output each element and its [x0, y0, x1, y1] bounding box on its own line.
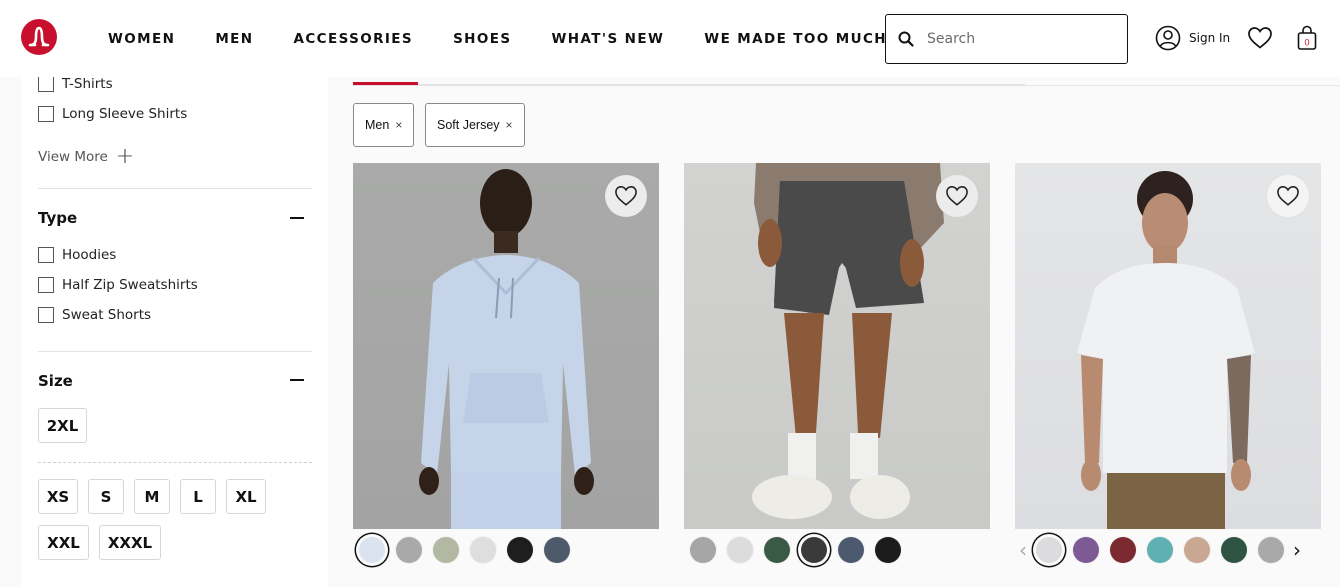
- nav-whats-new[interactable]: WHAT'S NEW: [552, 31, 665, 47]
- checkbox[interactable]: [38, 247, 54, 263]
- color-swatch[interactable]: [875, 537, 901, 563]
- filter-sidebar: T-Shirts Long Sleeve Shirts View More + …: [22, 76, 328, 587]
- color-swatch[interactable]: [507, 537, 533, 563]
- nav-accessories[interactable]: ACCESSORIES: [293, 31, 413, 47]
- divider: [38, 188, 312, 189]
- sign-in-button[interactable]: Sign In: [1155, 25, 1230, 51]
- product-photo-t-shirt: [1077, 171, 1255, 529]
- color-swatch[interactable]: [433, 537, 459, 563]
- color-swatch[interactable]: [1221, 537, 1247, 563]
- heart-icon: [615, 186, 637, 206]
- carousel-prev-arrow[interactable]: ‹: [1019, 540, 1027, 560]
- color-swatch[interactable]: [727, 537, 753, 563]
- collapse-size-icon[interactable]: [290, 379, 304, 381]
- filter-half-zip-sweatshirts[interactable]: Half Zip Sweatshirts: [38, 277, 198, 293]
- nav-shoes[interactable]: SHOES: [453, 31, 511, 47]
- shopping-bag-button[interactable]: 0: [1297, 25, 1317, 56]
- heart-icon: [1248, 27, 1272, 49]
- remove-icon[interactable]: ×: [506, 118, 513, 132]
- swatch-list: [359, 537, 581, 563]
- view-more-button[interactable]: View More +: [38, 146, 134, 168]
- remove-icon[interactable]: ×: [395, 118, 402, 132]
- bag-count: 0: [1304, 38, 1309, 48]
- size-m[interactable]: M: [134, 479, 170, 514]
- plus-icon: +: [115, 144, 135, 169]
- checkbox[interactable]: [38, 106, 54, 122]
- color-swatch[interactable]: [1147, 537, 1173, 563]
- wishlist-button[interactable]: [1247, 26, 1273, 55]
- color-swatch[interactable]: [396, 537, 422, 563]
- filter-chip-men[interactable]: Men ×: [353, 103, 415, 147]
- color-swatch[interactable]: [690, 537, 716, 563]
- size-s[interactable]: S: [88, 479, 124, 514]
- search-icon: [898, 31, 914, 47]
- add-to-wishlist-button[interactable]: [936, 175, 978, 217]
- size-xs[interactable]: XS: [38, 479, 78, 514]
- checkbox[interactable]: [38, 76, 54, 92]
- shopping-bag-icon: 0: [1297, 25, 1317, 50]
- size-section-title: Size: [38, 372, 73, 390]
- nav-we-made-too-much[interactable]: WE MADE TOO MUCH: [704, 31, 887, 47]
- color-swatch[interactable]: [470, 537, 496, 563]
- lululemon-logo[interactable]: [21, 19, 57, 55]
- filter-sweat-shorts[interactable]: Sweat Shorts: [38, 307, 151, 323]
- sign-in-label: Sign In: [1189, 31, 1231, 45]
- main-nav: WOMEN MEN ACCESSORIES SHOES WHAT'S NEW W…: [108, 31, 927, 47]
- color-swatch[interactable]: [1036, 537, 1062, 563]
- color-swatch[interactable]: [1073, 537, 1099, 563]
- account-icon: [1155, 25, 1181, 51]
- color-swatch[interactable]: [1258, 537, 1284, 563]
- product-image-hoodie[interactable]: [353, 163, 659, 529]
- tab-track: [353, 84, 1025, 86]
- size-xxl[interactable]: XXL: [38, 525, 89, 560]
- color-swatch[interactable]: [1110, 537, 1136, 563]
- filter-hoodies[interactable]: Hoodies: [38, 247, 116, 263]
- color-swatch[interactable]: [764, 537, 790, 563]
- divider: [38, 351, 312, 352]
- checkbox[interactable]: [38, 277, 54, 293]
- site-header: WOMEN MEN ACCESSORIES SHOES WHAT'S NEW W…: [0, 0, 1340, 77]
- color-swatch[interactable]: [838, 537, 864, 563]
- type-section-title: Type: [38, 209, 78, 227]
- heart-icon: [946, 186, 968, 206]
- size-2xl[interactable]: 2XL: [38, 408, 87, 443]
- swatch-list: [690, 537, 912, 563]
- checkbox[interactable]: [38, 307, 54, 323]
- color-swatch[interactable]: [1184, 537, 1210, 563]
- nav-men[interactable]: MEN: [215, 31, 253, 47]
- color-swatch[interactable]: [544, 537, 570, 563]
- carousel-next-arrow[interactable]: ›: [1293, 540, 1301, 560]
- filter-tshirts[interactable]: T-Shirts: [38, 76, 113, 92]
- tab-track-right: [1025, 85, 1340, 86]
- color-swatch[interactable]: [359, 537, 385, 563]
- product-photo-hoodie: [419, 169, 594, 529]
- filter-chip-soft-jersey[interactable]: Soft Jersey ×: [425, 103, 525, 147]
- filter-long-sleeve-shirts[interactable]: Long Sleeve Shirts: [38, 106, 187, 122]
- product-photo-shorts: [752, 163, 944, 519]
- swatch-carousel: ‹ ›: [1019, 537, 1301, 563]
- add-to-wishlist-button[interactable]: [1267, 175, 1309, 217]
- logo-icon: [28, 26, 50, 47]
- dotted-divider: [38, 462, 312, 463]
- collapse-type-icon[interactable]: [290, 217, 304, 219]
- size-l[interactable]: L: [180, 479, 216, 514]
- tab-active-indicator: [353, 82, 418, 85]
- color-swatch[interactable]: [801, 537, 827, 563]
- product-image-t-shirt[interactable]: [1015, 163, 1321, 529]
- add-to-wishlist-button[interactable]: [605, 175, 647, 217]
- heart-icon: [1277, 186, 1299, 206]
- size-xxxl[interactable]: XXXL: [99, 525, 161, 560]
- nav-women[interactable]: WOMEN: [108, 31, 175, 47]
- product-image-shorts[interactable]: [684, 163, 990, 529]
- search-box[interactable]: [885, 14, 1128, 64]
- size-xl[interactable]: XL: [226, 479, 266, 514]
- search-input[interactable]: [927, 31, 1107, 47]
